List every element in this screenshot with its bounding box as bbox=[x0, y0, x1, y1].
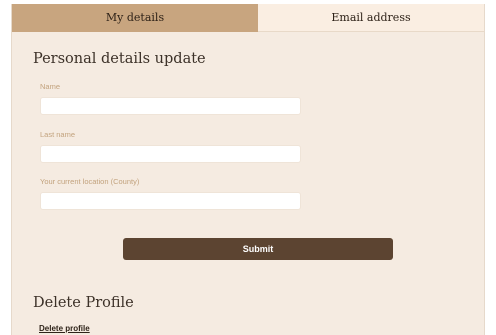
location-label: Your current location (County) bbox=[40, 177, 140, 186]
tab-bar: My details Email address bbox=[12, 4, 484, 32]
delete-profile-link[interactable]: Delete profile bbox=[39, 324, 90, 333]
tab-my-details[interactable]: My details bbox=[12, 4, 258, 32]
tab-email-address[interactable]: Email address bbox=[258, 4, 484, 32]
last-name-input[interactable] bbox=[40, 145, 301, 163]
name-label: Name bbox=[40, 82, 61, 91]
personal-details-title: Personal details update bbox=[33, 51, 206, 67]
delete-profile-title: Delete Profile bbox=[33, 295, 134, 311]
location-input[interactable] bbox=[40, 192, 301, 210]
profile-panel: My details Email address Personal detail… bbox=[11, 4, 485, 335]
submit-button[interactable]: Submit bbox=[123, 238, 393, 260]
name-input[interactable] bbox=[40, 97, 301, 115]
last-name-label: Last name bbox=[40, 130, 76, 139]
